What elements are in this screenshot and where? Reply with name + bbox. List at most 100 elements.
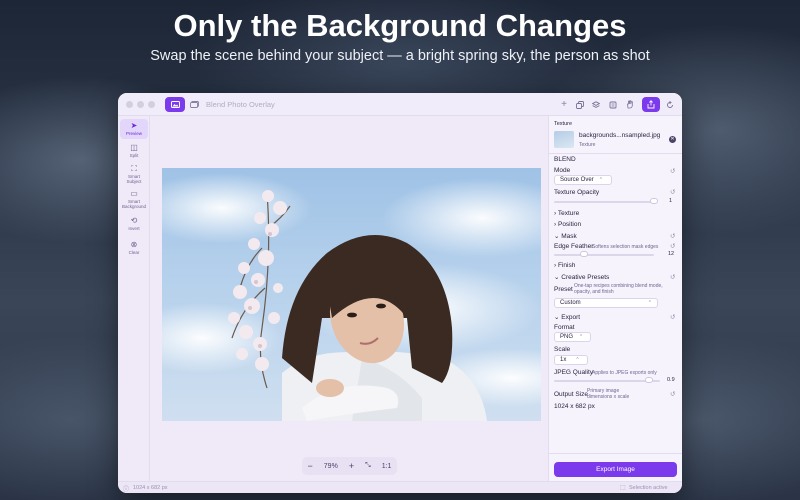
preset-value: Custom [560, 300, 581, 306]
canvas-area[interactable]: − 79% + ⤡ 1:1 [150, 116, 548, 481]
export-image-button[interactable]: Export Image [554, 462, 677, 477]
mode-label: Mode [554, 167, 571, 174]
feather-label: Edge Feather [554, 243, 594, 250]
reset-icon[interactable]: ↺ [670, 273, 675, 281]
scale-select[interactable]: 1x ⌃ [554, 355, 588, 365]
chevron-down-icon: ⌄ [554, 274, 560, 281]
section-presets-toggle[interactable]: ⌄ Creative Presets [554, 273, 609, 281]
reset-icon[interactable]: ↺ [670, 242, 675, 250]
texture-filename: backgrounds...nsampled.jpg [579, 132, 661, 139]
reset-icon[interactable]: ↺ [670, 313, 675, 321]
close-icon: ✕ [670, 136, 675, 142]
output-size-value: 1024 x 682 px [554, 403, 595, 410]
section-texture-toggle[interactable]: › Texture [554, 210, 579, 217]
actual-size-button[interactable]: 1:1 [382, 463, 392, 470]
tool-sidebar: ➤ Preview ◫ Split ⛶ Smart Subject ▭ Smar… [118, 116, 150, 481]
layers-icon [592, 100, 600, 108]
hero-subtitle: Swap the scene behind your subject — a b… [150, 48, 650, 64]
format-select[interactable]: PNG ⌃ [554, 332, 591, 342]
format-label: Format [554, 324, 575, 331]
texture-section-heading: Texture [554, 121, 573, 127]
photo-illustration [162, 173, 541, 421]
selection-icon: ⬚ [620, 485, 626, 491]
section-mask-toggle[interactable]: ⌄ Mask [554, 232, 577, 240]
output-size-label: Output Size [554, 391, 588, 398]
duplicate-icon [576, 100, 584, 109]
tool-split[interactable]: ◫ Split [120, 143, 148, 159]
fit-screen-button[interactable]: ⤡ [365, 462, 371, 470]
tool-invert[interactable]: ⟲ Invert [120, 216, 148, 232]
section-texture-label: Texture [557, 210, 580, 217]
tool-clear[interactable]: ⊗ Clear [120, 240, 148, 256]
crop-button[interactable] [607, 97, 619, 112]
tool-label: Smart Subject [126, 174, 142, 184]
composited-photo[interactable] [162, 168, 541, 421]
feather-slider[interactable] [554, 254, 654, 256]
reset-icon[interactable]: ↺ [670, 390, 675, 398]
minimize-window-button[interactable] [137, 101, 144, 108]
section-position-label: Position [557, 221, 582, 228]
tool-smart-subject[interactable]: ⛶ Smart Subject [120, 164, 148, 184]
chevron-down-icon: ⌄ [554, 233, 560, 240]
opacity-slider-knob[interactable] [650, 198, 658, 204]
duplicate-button[interactable] [574, 97, 586, 112]
invert-icon: ⟲ [130, 216, 138, 225]
batch-mode-button[interactable] [187, 97, 201, 112]
opacity-value: 1 [669, 198, 673, 204]
add-button[interactable]: + [558, 97, 570, 112]
app-window: Blend Photo Overlay + ➤ Preview ◫ Split [118, 93, 682, 493]
inspector-panel: Texture backgrounds...nsampled.jpg Textu… [548, 116, 682, 481]
tool-label: Invert [128, 226, 140, 231]
reset-icon[interactable]: ↺ [670, 188, 675, 196]
chevron-updown-icon: ⌃ [647, 300, 652, 306]
opacity-slider[interactable] [554, 201, 654, 203]
zoom-out-button[interactable]: − [308, 461, 313, 471]
zoom-window-button[interactable] [148, 101, 155, 108]
refresh-button[interactable] [664, 97, 676, 112]
single-photo-mode-button[interactable] [165, 97, 185, 112]
jpeg-quality-knob[interactable] [645, 377, 654, 383]
mode-select[interactable]: Source Over ⌃ [554, 175, 612, 185]
feather-slider-knob[interactable] [580, 251, 588, 257]
app-title: Blend Photo Overlay [206, 100, 275, 109]
zoom-level: 79% [323, 462, 338, 470]
chevron-right-icon: › [554, 221, 557, 228]
output-size-hint: Primary image dimensions x scale [587, 388, 630, 400]
share-button[interactable] [642, 97, 660, 112]
section-presets-label: Creative Presets [561, 274, 610, 281]
selection-status: Selection active [629, 485, 668, 491]
preset-label: Preset [554, 286, 573, 293]
chevron-updown-icon: ⌃ [598, 177, 603, 183]
tool-label: Preview [125, 131, 142, 136]
status-bar: ⓘ 1024 x 682 px ⬚ Selection active [118, 481, 682, 493]
photo-icon [170, 101, 180, 108]
share-icon [647, 100, 655, 109]
section-finish-toggle[interactable]: › Finish [554, 262, 575, 269]
photos-stack-icon [189, 101, 199, 108]
section-position-toggle[interactable]: › Position [554, 221, 581, 228]
section-export-toggle[interactable]: ⌄ Export [554, 313, 580, 321]
reset-icon[interactable]: ↺ [670, 167, 675, 175]
opacity-label: Texture Opacity [554, 189, 600, 196]
divider [549, 453, 682, 454]
blend-heading: BLEND [554, 156, 576, 163]
feather-hint: Softens selection mask edges [592, 244, 659, 250]
tool-smart-background[interactable]: ▭ Smart Background [120, 189, 148, 209]
tool-preview[interactable]: ➤ Preview [120, 119, 148, 139]
zoom-in-button[interactable]: + [349, 461, 354, 471]
hand-button[interactable] [624, 97, 636, 112]
close-window-button[interactable] [126, 101, 133, 108]
image-dimensions: 1024 x 682 px [133, 485, 168, 491]
section-mask-label: Mask [561, 233, 577, 240]
reset-icon[interactable]: ↺ [670, 232, 675, 240]
remove-texture-button[interactable]: ✕ [669, 136, 676, 143]
jpeg-quality-slider[interactable] [554, 380, 660, 382]
preset-select[interactable]: Custom ⌃ [554, 298, 658, 308]
layers-button[interactable] [590, 97, 602, 112]
texture-thumbnail[interactable] [554, 131, 574, 148]
chevron-updown-icon: ⌃ [575, 357, 580, 363]
preset-hint: One-tap recipes combining blend mode, op… [574, 283, 663, 295]
crop-icon [609, 101, 617, 108]
feather-value: 12 [668, 251, 675, 257]
split-icon: ◫ [130, 143, 138, 152]
